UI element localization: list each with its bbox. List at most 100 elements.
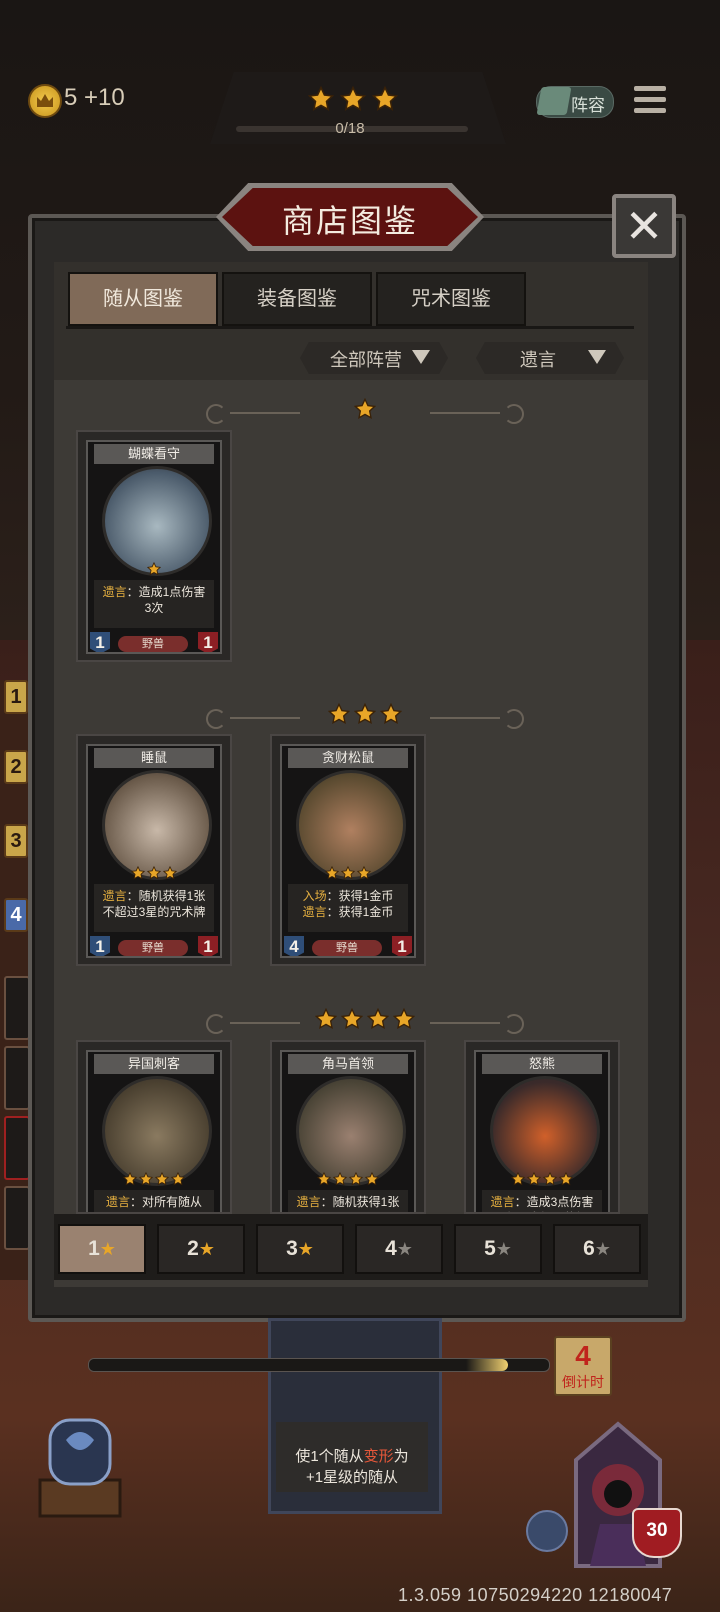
star-icon: [353, 397, 377, 425]
side-unit-tile[interactable]: [4, 1116, 30, 1180]
menu-icon[interactable]: [634, 86, 666, 116]
star-icon: [327, 702, 351, 730]
tier-stars: [307, 85, 399, 117]
minion-card-slot[interactable]: 异国刺客 遗言：对所有随从: [76, 1040, 232, 1214]
minion-card[interactable]: 蝴蝶看守 遗言：造成1点伤害 3次 1 野兽 1: [86, 440, 222, 654]
tier-header: [200, 702, 530, 733]
countdown-box: 4 倒计时: [554, 1336, 612, 1396]
lineup-book-icon: [536, 87, 572, 115]
lineup-label: 阵容: [571, 96, 605, 115]
star-icon: [332, 1171, 348, 1191]
gold-amount: 5: [64, 84, 78, 111]
star-filter-button[interactable]: 1★: [58, 1224, 146, 1274]
star-filter-button[interactable]: 2★: [157, 1224, 245, 1274]
star-level: 4: [385, 1237, 397, 1260]
star-icon: [379, 702, 403, 730]
description-text: ：获得1金币: [326, 889, 394, 903]
star-icon: [324, 865, 340, 885]
star-icon: [314, 1007, 338, 1035]
star-icon: [366, 1007, 390, 1035]
minion-card-slot[interactable]: 怒熊遗言：造成3点伤害2次，成长：获得: [464, 1040, 620, 1214]
minion-description: 遗言：造成3点伤害2次，成长：获得: [482, 1190, 602, 1212]
star-icon: [353, 702, 377, 730]
tab-spells[interactable]: 咒术图鉴: [376, 272, 526, 326]
description-text: ：获得1金币: [326, 905, 394, 919]
spell-keyword: 变形: [363, 1448, 394, 1465]
minion-card-slot[interactable]: 贪财松鼠入场：获得1金币 遗言：获得1金币 4 野兽 1: [270, 734, 426, 966]
tab-minions[interactable]: 随从图鉴: [68, 272, 218, 326]
star-filter-button[interactable]: 6★: [553, 1224, 641, 1274]
attack-value: 4: [284, 936, 304, 956]
side-unit-tile[interactable]: [4, 1046, 30, 1110]
star-icon: [340, 1007, 364, 1035]
star-filter-button[interactable]: 5★: [454, 1224, 542, 1274]
keyword: 遗言: [105, 1195, 130, 1209]
minion-portrait: [102, 466, 212, 576]
star-icon: [364, 1171, 380, 1191]
star-icon: [542, 1171, 558, 1191]
minion-card-slot[interactable]: 蝴蝶看守 遗言：造成1点伤害 3次 1 野兽 1: [76, 430, 232, 662]
keyword-filter-dropdown[interactable]: 遗言: [476, 342, 624, 374]
dialog-title: 商店图鉴: [281, 203, 418, 239]
star-icon: ★: [594, 1239, 611, 1259]
minion-portrait: [490, 1076, 600, 1186]
minion-card-slot[interactable]: 睡鼠 遗言：随机获得1张 不超过3星的咒术牌 1 野兽 1: [76, 734, 232, 966]
minion-stars: [282, 1171, 414, 1191]
minion-card[interactable]: 异国刺客 遗言：对所有随从: [86, 1050, 222, 1212]
side-unit-tile[interactable]: [4, 976, 30, 1040]
gold-income: +10: [84, 84, 125, 111]
star-icon: [146, 865, 162, 885]
turn-timer-bar: [88, 1358, 550, 1372]
chevron-down-icon: [412, 350, 430, 364]
magic-pot-icon[interactable]: [36, 1410, 124, 1520]
keyword: 遗言: [102, 889, 127, 903]
star-icon: [340, 865, 356, 885]
star-icon: [170, 1171, 186, 1191]
minion-name: 睡鼠: [94, 748, 214, 768]
minion-stars: [282, 865, 414, 885]
minion-card[interactable]: 睡鼠 遗言：随机获得1张 不超过3星的咒术牌 1 野兽 1: [86, 744, 222, 958]
minion-card[interactable]: 怒熊遗言：造成3点伤害2次，成长：获得: [474, 1050, 610, 1212]
minion-card[interactable]: 贪财松鼠入场：获得1金币 遗言：获得1金币 4 野兽 1: [280, 744, 416, 958]
lineup-button[interactable]: 阵容: [536, 86, 614, 118]
minion-description: 入场：获得1金币 遗言：获得1金币: [288, 884, 408, 932]
minion-name: 贪财松鼠: [288, 748, 408, 768]
description-text: ：随机获得1张: [320, 1195, 400, 1209]
star-level: 5: [484, 1237, 496, 1260]
star-icon: ★: [297, 1239, 314, 1259]
tribe-badge: 野兽: [312, 940, 382, 956]
side-tier-badge[interactable]: 2: [4, 750, 28, 784]
side-tier-badge[interactable]: 1: [4, 680, 28, 714]
star-icon: [356, 865, 372, 885]
keyword: 遗言: [102, 585, 127, 599]
faction-filter-dropdown[interactable]: 全部阵营: [300, 342, 448, 374]
health-value: 1: [392, 936, 412, 956]
tab-equipment[interactable]: 装备图鉴: [222, 272, 372, 326]
tier-header: [200, 397, 530, 428]
spell-card-description: 使1个随从变形为 +1星级的随从: [276, 1422, 428, 1492]
side-tier-badge[interactable]: 4: [4, 898, 28, 932]
left-side-strip: 1 2 3 4: [0, 680, 30, 1280]
minion-card-slot[interactable]: 角马首领 遗言：随机获得1张: [270, 1040, 426, 1214]
attack-value: 1: [90, 936, 110, 956]
tribe-badge: 野兽: [118, 940, 188, 956]
star-level: 2: [187, 1237, 199, 1260]
description-text: 3次: [144, 601, 164, 615]
close-icon: ✕: [624, 200, 664, 252]
side-tier-badge[interactable]: 3: [4, 824, 28, 858]
star-icon: ★: [99, 1239, 116, 1259]
star-filter-button[interactable]: 3★: [256, 1224, 344, 1274]
side-unit-tile[interactable]: [4, 1186, 30, 1250]
star-icon: [371, 85, 399, 117]
minion-portrait: [296, 770, 406, 880]
star-icon: [307, 85, 335, 117]
minion-card[interactable]: 角马首领 遗言：随机获得1张: [280, 1050, 416, 1212]
star-level: 1: [88, 1237, 100, 1260]
minion-description: 遗言：造成1点伤害 3次: [94, 580, 214, 628]
tier-stars: [200, 702, 530, 730]
minion-stars: [88, 561, 220, 581]
keyword: 遗言: [490, 1195, 515, 1209]
star-filter-button[interactable]: 4★: [355, 1224, 443, 1274]
close-button[interactable]: ✕: [612, 194, 676, 258]
star-icon: [348, 1171, 364, 1191]
